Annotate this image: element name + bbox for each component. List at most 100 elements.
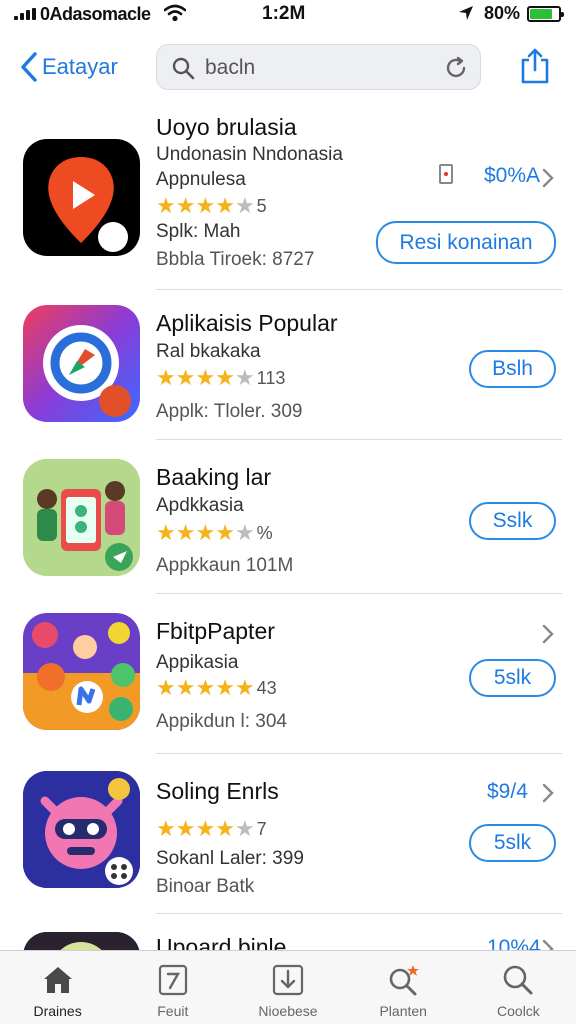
- star-filled-icon: ★: [156, 675, 176, 700]
- get-button[interactable]: 5slk: [469, 824, 556, 862]
- back-button-label: Eatayar: [42, 54, 118, 79]
- status-bar: 0Adasomacle 1:2M 80%: [0, 0, 576, 28]
- search-icon: [172, 57, 195, 80]
- tab-bar: Draines Feuit Nioebese Planten Coolck: [0, 950, 576, 1024]
- app-title: Soling Enrls: [156, 778, 279, 804]
- app-meta: Appikdun l: 304: [156, 711, 287, 732]
- search-star-icon: [389, 965, 420, 996]
- get-button[interactable]: Bslh: [469, 350, 556, 388]
- app-meta: Applk: Tloler. 309: [156, 401, 303, 422]
- star-filled-icon: ★: [234, 675, 255, 700]
- tab-label: Feuit: [157, 1003, 189, 1019]
- star-filled-icon: ★: [195, 365, 216, 390]
- search-icon: [504, 965, 533, 995]
- star-filled-icon: ★: [215, 193, 235, 218]
- rating-count: 5: [256, 195, 267, 216]
- star-rating: ★ ★ ★ ★ ★ 7: [156, 818, 267, 840]
- device-icon: [439, 164, 453, 184]
- star-filled-icon: ★: [215, 365, 235, 390]
- star-rating: ★ ★ ★ ★ ★ 43: [156, 677, 277, 699]
- get-button[interactable]: Sslk: [469, 502, 556, 540]
- rating-count: 7: [256, 818, 267, 839]
- share-icon[interactable]: [519, 48, 551, 84]
- app-subtitle: Undonasin Nndonasia: [156, 144, 343, 165]
- star-empty-icon: ★: [234, 520, 255, 545]
- tab-label: Nioebese: [258, 1003, 318, 1019]
- star-rating: ★ ★ ★ ★ ★ 113: [156, 367, 285, 389]
- wifi-icon: [164, 4, 186, 22]
- get-button[interactable]: Resi konainan: [376, 221, 556, 264]
- app-row[interactable]: Upoard binle 10%4: [0, 914, 576, 954]
- tab-downloads[interactable]: Nioebese: [230, 951, 345, 1024]
- app-row[interactable]: Aplikaisis Popular Ral bkakaka ★ ★ ★ ★ ★ 113 …: [0, 290, 576, 440]
- app-meta: Bbbla Tiroek: 8727: [156, 249, 315, 270]
- star-filled-icon: ★: [156, 816, 176, 841]
- rating-count: %: [256, 522, 273, 543]
- tab-home[interactable]: Draines: [0, 951, 115, 1024]
- star-filled-icon: ★: [156, 365, 176, 390]
- clock: 1:2M: [262, 3, 306, 24]
- app-row[interactable]: Baaking lar Apdkkasia ★ ★ ★ ★ ★% Appkkaun 10…: [0, 440, 576, 594]
- tab-feed[interactable]: Feuit: [115, 951, 230, 1024]
- app-icon-browser[interactable]: [23, 305, 140, 422]
- star-filled-icon: ★: [156, 520, 176, 545]
- app-price[interactable]: $0%A: [484, 164, 540, 188]
- app-row[interactable]: Uoyo brulasia Undonasin Nndonasia Appnul…: [0, 104, 576, 290]
- app-meta: Binoar Batk: [156, 876, 255, 897]
- app-price[interactable]: $9/4: [487, 780, 528, 804]
- home-icon: [43, 967, 72, 993]
- tab-label: Coolck: [497, 1003, 540, 1019]
- star-filled-icon: ★: [175, 520, 196, 545]
- app-row[interactable]: FbitpPapter Appikasia ★ ★ ★ ★ ★ 43 Appikdun l…: [0, 594, 576, 754]
- battery-percent: 80%: [484, 3, 521, 23]
- star-filled-icon: ★: [195, 193, 216, 218]
- star-filled-icon: ★: [195, 520, 216, 545]
- rating-count: 113: [256, 367, 286, 388]
- app-icon-video-player[interactable]: [23, 139, 140, 256]
- app-title: Baaking lar: [156, 464, 272, 490]
- star-empty-icon: ★: [234, 193, 255, 218]
- star-filled-icon: ★: [175, 816, 196, 841]
- star-filled-icon: ★: [195, 816, 216, 841]
- back-button[interactable]: Eatayar: [20, 52, 118, 82]
- chevron-left-icon: [21, 52, 37, 82]
- chevron-right-icon: [542, 624, 554, 644]
- star-filled-icon: ★: [215, 816, 235, 841]
- app-category: Appnulesa: [156, 169, 246, 190]
- app-icon-monster[interactable]: [23, 771, 140, 888]
- app-icon-game[interactable]: [23, 613, 140, 730]
- chevron-right-icon: [542, 783, 554, 803]
- star-rating: ★ ★ ★ ★ ★ 5: [156, 195, 267, 217]
- battery-icon: [527, 6, 564, 22]
- search-bar[interactable]: [156, 44, 481, 90]
- signal-icon: [14, 8, 36, 20]
- get-button[interactable]: 5slk: [469, 659, 556, 697]
- search-input[interactable]: [205, 52, 435, 84]
- rating-count: 43: [256, 677, 277, 698]
- app-row[interactable]: Soling Enrls $9/4 ★ ★ ★ ★ ★ 7 Sokanl Laler: 3…: [0, 754, 576, 914]
- reload-icon[interactable]: [444, 56, 468, 80]
- tab-plans[interactable]: Planten: [346, 951, 461, 1024]
- star-empty-icon: ★: [234, 365, 255, 390]
- document-icon: [158, 964, 187, 996]
- star-filled-icon: ★: [175, 193, 196, 218]
- app-meta: Sokanl Laler: 399: [156, 848, 304, 869]
- star-filled-icon: ★: [175, 675, 196, 700]
- star-filled-icon: ★: [175, 365, 196, 390]
- star-rating: ★ ★ ★ ★ ★%: [156, 522, 273, 544]
- tab-label: Draines: [33, 1003, 82, 1019]
- app-title: FbitpPapter: [156, 618, 275, 644]
- navigation-bar: Eatayar: [0, 38, 576, 98]
- star-filled-icon: ★: [156, 193, 176, 218]
- tab-search[interactable]: Coolck: [461, 951, 576, 1024]
- app-subtitle: Apdkkasia: [156, 495, 244, 516]
- app-subtitle: Appikasia: [156, 652, 239, 673]
- star-filled-icon: ★: [215, 675, 235, 700]
- app-icon-illustration[interactable]: [23, 459, 140, 576]
- star-filled-icon: ★: [195, 675, 216, 700]
- carrier-name: 0Adasomacle: [40, 4, 151, 24]
- app-meta: Splk: Mah: [156, 221, 241, 242]
- app-title: Aplikaisis Popular: [156, 310, 338, 336]
- star-empty-icon: ★: [234, 816, 255, 841]
- app-meta: Appkkaun 101M: [156, 555, 294, 576]
